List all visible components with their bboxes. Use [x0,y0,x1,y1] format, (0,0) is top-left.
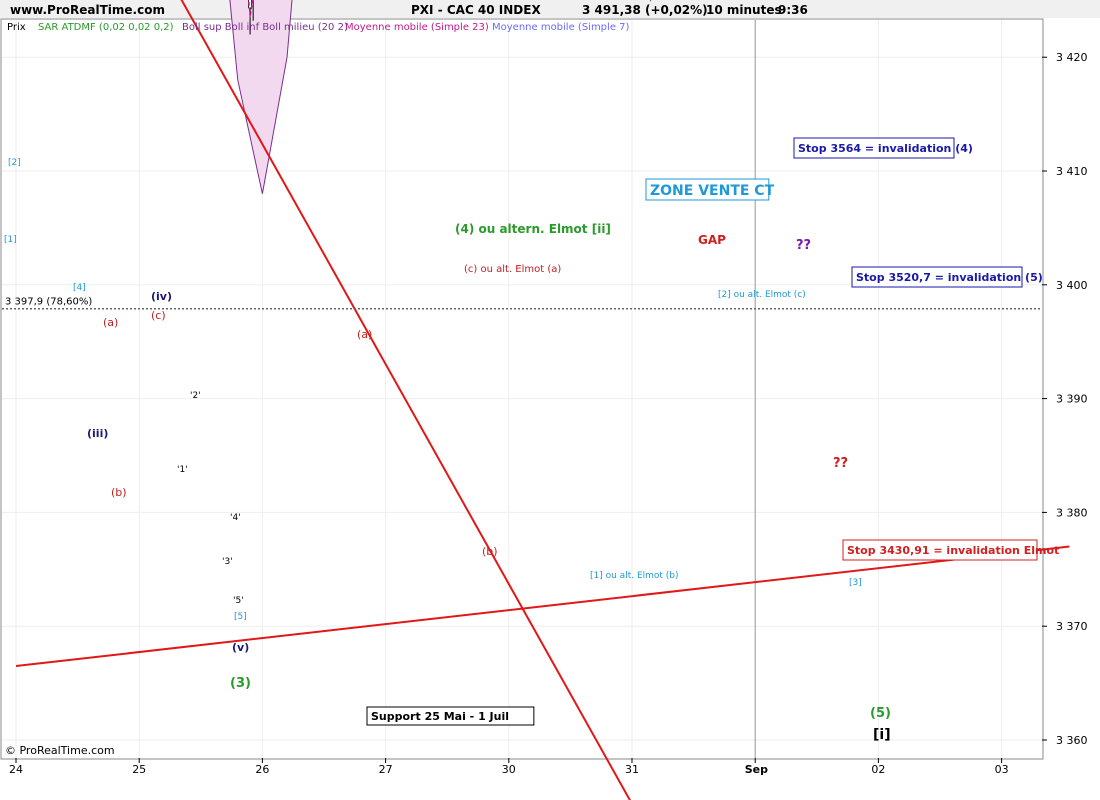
x-tick-label: 24 [9,763,23,776]
annotation-label: (v) [232,641,249,654]
annotation-label: (4) ou altern. Elmot [ii] [455,222,611,236]
legend-mm23: Moyenne mobile (Simple 23) [345,22,489,33]
annotation-label: ZONE VENTE CT [650,183,775,199]
annotation-label: '4' [230,513,241,523]
legend-mm7: Moyenne mobile (Simple 7) [492,22,630,33]
site-url[interactable]: www.ProRealTime.com [10,3,165,17]
annotation-label: (c) ou alt. Elmot (a) [464,264,561,275]
annotation-label: '1' [177,465,188,475]
annotation-label: [5] [234,612,247,622]
annotation-label: ?? [833,456,848,471]
x-tick-label: 26 [255,763,269,776]
annotation-label: '3' [222,557,233,567]
fibo-label: 3 397,9 (78,60%) [5,297,92,308]
annotation-label: (b) [482,545,498,558]
chart-background [0,0,1100,800]
instrument-name: PXI - CAC 40 INDEX [411,3,541,17]
annotation-label: [3] [849,578,862,588]
copyright: © ProRealTime.com [5,744,115,757]
annotation-label: (iv) [151,290,172,303]
legend-boll: Boll sup Boll inf Boll milieu (20 2) [182,22,348,33]
last-price: 3 491,38 (+0,02%) [582,3,708,17]
annotation-label: '5' [233,596,244,606]
annotation-label: ?? [796,238,811,253]
y-tick-label: 3 400 [1056,279,1088,292]
x-tick-label: 31 [625,763,639,776]
annotation-label: GAP [698,233,726,247]
timeframe: 10 minutes [706,3,782,17]
legend-sar: SAR ATDMF (0,02 0,02 0,2) [38,22,174,33]
annotation-label: (a) [103,316,118,329]
stop-label: Stop 3430,91 = invalidation Elmot [847,544,1059,557]
price-chart: www.ProRealTime.com PXI - CAC 40 INDEX 3… [0,0,1100,800]
annotation-label: (3) [230,676,251,691]
y-tick-label: 3 410 [1056,165,1088,178]
x-tick-label: 03 [995,763,1009,776]
annotation-label: (c) [151,309,166,322]
y-tick-label: 3 420 [1056,51,1088,64]
legend-prix: Prix [7,22,26,33]
annotation-label: (5) [870,706,891,721]
x-tick-label: 25 [132,763,146,776]
chart-header: www.ProRealTime.com PXI - CAC 40 INDEX 3… [0,0,1100,18]
annotation-label: [2] ou alt. Elmot (c) [718,290,806,300]
stop-label: Stop 3520,7 = invalidation (5) [856,271,1043,284]
annotation-label: Support 25 Mai - 1 Juil [371,710,509,723]
annotation-label: [4] [73,283,86,293]
y-tick-label: 3 380 [1056,506,1088,519]
stop-label: Stop 3564 = invalidation (4) [798,142,973,155]
x-tick-label: 27 [379,763,393,776]
annotation-label: [1] [4,235,17,245]
annotation-label: (b) [111,486,127,499]
annotation-label: [2] [8,158,21,168]
indicator-legend: Prix SAR ATDMF (0,02 0,02 0,2) Boll sup … [7,22,630,33]
time: 9:36 [778,3,808,17]
x-tick-label: 30 [502,763,516,776]
annotation-label: [1] ou alt. Elmot (b) [590,571,679,581]
y-tick-label: 3 390 [1056,393,1088,406]
annotation-label: (iii) [87,427,108,440]
annotation-label: [i] [873,727,891,743]
y-tick-label: 3 360 [1056,734,1088,747]
annotation-label: '2' [190,391,201,401]
x-tick-label: 02 [871,763,885,776]
annotation-label: (a) [357,328,372,341]
y-tick-label: 3 370 [1056,620,1088,633]
x-tick-label: Sep [745,763,768,776]
